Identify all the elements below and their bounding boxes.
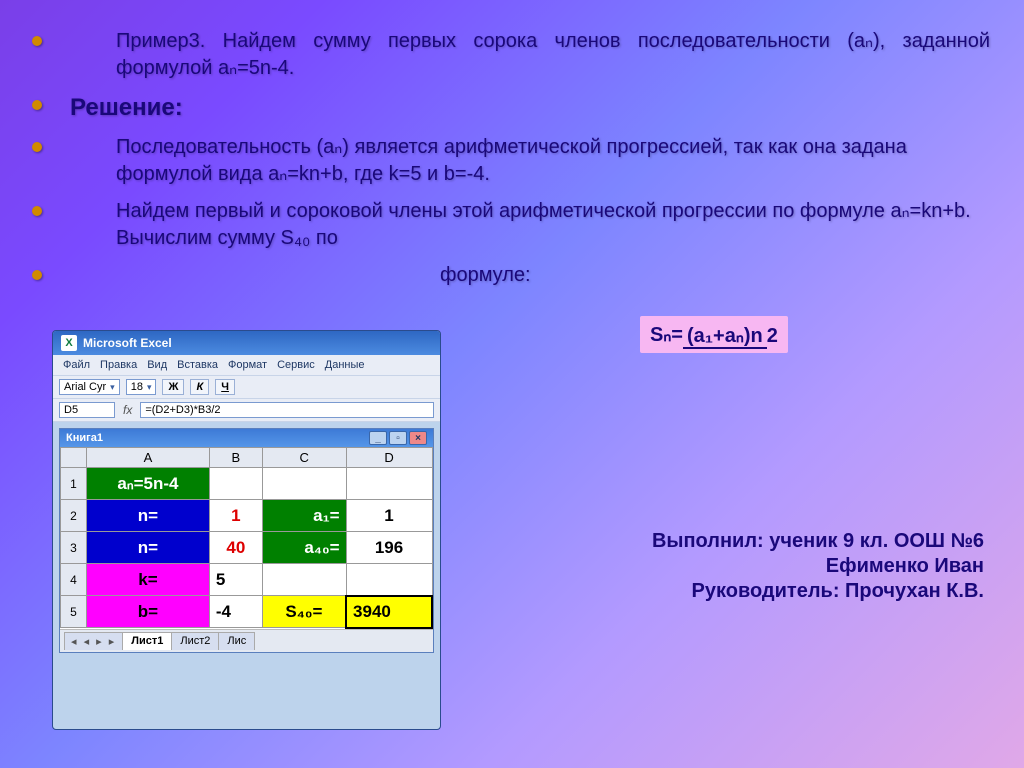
formula-numerator: (a₁+aₙ)n xyxy=(683,325,767,349)
cell-C4[interactable] xyxy=(262,564,346,596)
cell-B3[interactable]: 40 xyxy=(209,532,262,564)
formula-box: Sₙ=(a₁+aₙ)n2 xyxy=(640,316,788,353)
excel-menubar[interactable]: Файл Правка Вид Вставка Формат Сервис Да… xyxy=(53,355,440,375)
menu-edit[interactable]: Правка xyxy=(96,357,141,373)
row-5-head[interactable]: 5 xyxy=(61,596,87,628)
cell-A3[interactable]: n= xyxy=(87,532,210,564)
excel-window: X Microsoft Excel Файл Правка Вид Вставк… xyxy=(52,330,441,730)
cell-A1[interactable]: aₙ=5n-4 xyxy=(87,468,210,500)
row-4-head[interactable]: 4 xyxy=(61,564,87,596)
menu-file[interactable]: Файл xyxy=(59,357,94,373)
cell-C2[interactable]: a₁= xyxy=(262,500,346,532)
cell-C1[interactable] xyxy=(262,468,346,500)
bullet-2: Решение: xyxy=(70,94,183,121)
workbook-title: Книга1 xyxy=(66,432,103,444)
sheet-tabs: ◂ ◂ ▸ ▸ Лист1 Лист2 Лис xyxy=(60,629,433,652)
menu-view[interactable]: Вид xyxy=(143,357,171,373)
bullet-5: формуле: xyxy=(70,264,531,286)
formula-lhs: Sₙ= xyxy=(650,324,683,346)
wb-min-button[interactable]: _ xyxy=(369,431,387,445)
formula-input[interactable]: =(D2+D3)*B3/2 xyxy=(140,402,434,418)
corner-cell[interactable] xyxy=(61,448,87,468)
sheet-tab-2[interactable]: Лист2 xyxy=(171,632,219,650)
spreadsheet[interactable]: A B C D 1 aₙ=5n-4 2 n= 1 a₁= 1 xyxy=(60,447,433,629)
credit-line-3: Руководитель: Прочухан К.В. xyxy=(652,580,984,603)
cell-B1[interactable] xyxy=(209,468,262,500)
cell-B4[interactable]: 5 xyxy=(209,564,262,596)
credit-line-1: Выполнил: ученик 9 кл. ООШ №6 xyxy=(652,530,984,553)
credits: Выполнил: ученик 9 кл. ООШ №6 Ефименко И… xyxy=(652,530,984,605)
menu-insert[interactable]: Вставка xyxy=(173,357,222,373)
excel-toolbar: Arial Cyr 18 Ж К Ч xyxy=(53,375,440,399)
wb-close-button[interactable]: × xyxy=(409,431,427,445)
cell-D1[interactable] xyxy=(346,468,432,500)
cell-D2[interactable]: 1 xyxy=(346,500,432,532)
cell-A4[interactable]: k= xyxy=(87,564,210,596)
excel-title: Microsoft Excel xyxy=(83,336,172,350)
bullet-4: Найдем первый и сороковой члены этой ари… xyxy=(70,198,990,252)
cell-B2[interactable]: 1 xyxy=(209,500,262,532)
cell-A2[interactable]: n= xyxy=(87,500,210,532)
menu-data[interactable]: Данные xyxy=(321,357,369,373)
cell-D5[interactable]: 3940 xyxy=(346,596,432,628)
row-1-head[interactable]: 1 xyxy=(61,468,87,500)
col-B[interactable]: B xyxy=(209,448,262,468)
bullet-3: Последовательность (aₙ) является арифмет… xyxy=(70,134,990,188)
col-A[interactable]: A xyxy=(87,448,210,468)
row-2-head[interactable]: 2 xyxy=(61,500,87,532)
menu-format[interactable]: Формат xyxy=(224,357,271,373)
fx-icon[interactable]: fx xyxy=(119,403,136,417)
sheet-tab-3[interactable]: Лис xyxy=(218,632,255,650)
font-select[interactable]: Arial Cyr xyxy=(59,379,120,395)
formula-bar: D5 fx =(D2+D3)*B3/2 xyxy=(53,399,440,422)
menu-tools[interactable]: Сервис xyxy=(273,357,319,373)
underline-button[interactable]: Ч xyxy=(215,379,235,395)
row-3-head[interactable]: 3 xyxy=(61,532,87,564)
col-D[interactable]: D xyxy=(346,448,432,468)
cell-C3[interactable]: a₄₀= xyxy=(262,532,346,564)
font-size-select[interactable]: 18 xyxy=(126,379,157,395)
tab-nav[interactable]: ◂ ◂ ▸ ▸ xyxy=(64,632,123,650)
cell-C5[interactable]: S₄₀= xyxy=(262,596,346,628)
bold-button[interactable]: Ж xyxy=(162,379,184,395)
cell-D4[interactable] xyxy=(346,564,432,596)
col-C[interactable]: C xyxy=(262,448,346,468)
formula-denominator: 2 xyxy=(767,323,778,347)
workbook-window: Книга1 _ ▫ × A B C D 1 aₙ=5n-4 xyxy=(59,428,434,653)
excel-titlebar: X Microsoft Excel xyxy=(53,331,440,355)
cell-A5[interactable]: b= xyxy=(87,596,210,628)
italic-button[interactable]: К xyxy=(190,379,209,395)
sheet-tab-1[interactable]: Лист1 xyxy=(122,632,172,650)
cell-B5[interactable]: -4 xyxy=(209,596,262,628)
excel-icon: X xyxy=(61,335,77,351)
wb-max-button[interactable]: ▫ xyxy=(389,431,407,445)
name-box[interactable]: D5 xyxy=(59,402,115,418)
credit-line-2: Ефименко Иван xyxy=(652,555,984,578)
workbook-titlebar: Книга1 _ ▫ × xyxy=(60,429,433,447)
cell-D3[interactable]: 196 xyxy=(346,532,432,564)
bullet-1: Пример3. Найдем сумму первых сорока член… xyxy=(70,28,990,82)
